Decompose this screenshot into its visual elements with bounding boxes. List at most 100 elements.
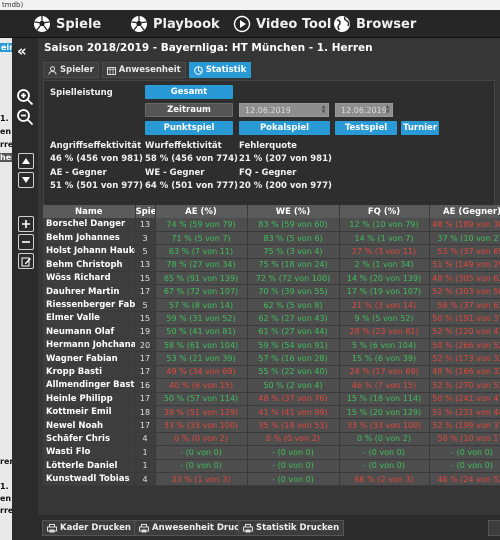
nav-video-tool[interactable]: Video Tool bbox=[233, 13, 331, 35]
fq-cell: - (0 von 0) bbox=[339, 445, 430, 460]
tab-anwesenheit[interactable]: Anwesenheit bbox=[101, 62, 186, 78]
metric-value: 20 % (200 von 977) bbox=[239, 181, 332, 191]
column-header[interactable]: AE (Gegner) bbox=[429, 205, 500, 218]
zeitraum-button[interactable]: Zeitraum bbox=[145, 103, 233, 117]
table-row[interactable]: Wagner Fabian 17 53 % (21 von 39) 57 % (16 … bbox=[43, 351, 500, 366]
table-row[interactable]: Heinle Philipp 17 50 % (57 von 114) 48 % (3… bbox=[43, 392, 500, 406]
we-cell: 83 % (5 von 6) bbox=[247, 231, 340, 246]
filter-punktspiel-button[interactable]: Punktspiel bbox=[145, 121, 233, 135]
column-header[interactable]: WE (%) bbox=[247, 205, 340, 218]
we-cell: - (0 von 0) bbox=[247, 459, 340, 473]
subtab-bar: Spieler Anwesenheit Statistik bbox=[43, 62, 252, 78]
ae-cell: 0 % (0 von 2) bbox=[155, 432, 248, 447]
table-row[interactable]: Allmendinger Basti 16 40 % (6 von 15) 50 % … bbox=[43, 378, 500, 393]
table-row[interactable]: Kottmeir Emil 18 39 % (51 von 129) 41 % (41… bbox=[43, 405, 500, 420]
ae-cell: 65 % (91 von 139) bbox=[155, 271, 248, 286]
filter-testspiel-button[interactable]: Testspiel bbox=[335, 121, 397, 135]
footer-bar: Kader Drucken Anwesenheit Drucken Statis… bbox=[38, 515, 500, 540]
edit-button[interactable] bbox=[18, 253, 34, 269]
table-row[interactable]: Holst Johann Hauke 5 63 % (7 von 11) 75 % (… bbox=[43, 244, 500, 259]
table-row[interactable]: Kropp Basti 17 49 % (34 von 69) 55 % (22 vo… bbox=[43, 365, 500, 380]
table-row[interactable]: Behm Johannes 3 71 % (5 von 7) 83 % (5 von … bbox=[43, 231, 500, 246]
date-from-field[interactable]: 12.06.2019 ▲ ▼ bbox=[239, 103, 329, 117]
move-up-button[interactable] bbox=[18, 153, 34, 169]
table-row[interactable]: Dauhrer Martin 17 67 % (72 von 107) 70 % (3… bbox=[43, 284, 500, 299]
table-row[interactable]: Schäfer Chris 4 0 % (0 von 2) 0 % (0 von 2)… bbox=[43, 432, 500, 447]
player-name-cell: Elmer Valle bbox=[43, 311, 136, 326]
tab-spieler[interactable]: Spieler bbox=[43, 62, 99, 78]
column-header[interactable]: Spiele bbox=[135, 205, 156, 218]
triangle-up-icon bbox=[22, 158, 30, 164]
ae-cell: 40 % (6 von 15) bbox=[155, 378, 248, 393]
filter-turnier-button[interactable]: Turnier bbox=[401, 121, 439, 135]
print-statistik-label: Statistik Drucken bbox=[256, 523, 340, 533]
zoom-in-icon[interactable] bbox=[16, 88, 34, 109]
table-row[interactable]: Wöss Richard 15 65 % (91 von 139) 72 % (72 … bbox=[43, 271, 500, 286]
spinner-icon[interactable]: ▲ ▼ bbox=[320, 105, 327, 115]
table-row[interactable]: Wasti Flo 1- (0 von 0) - (0 von 0) - (0 von… bbox=[43, 445, 500, 460]
gesamt-button[interactable]: Gesamt bbox=[145, 85, 233, 99]
table-row[interactable]: Kunstwadl Tobias 4 33 % (1 von 3) - (0 von … bbox=[43, 472, 500, 486]
ae-gegner-cell: 52 % (303 von 582) bbox=[429, 284, 500, 299]
left-edge-text: rre bbox=[0, 506, 12, 515]
we-cell: 41 % (41 von 99) bbox=[247, 405, 340, 420]
ae-gegner-cell: 48 % (189 von 387) bbox=[429, 218, 500, 232]
zoom-out-icon[interactable] bbox=[16, 108, 34, 129]
ae-gegner-cell: 48 % (305 von 623) bbox=[429, 271, 500, 286]
table-row[interactable]: Borschel Danger 13 74 % (59 von 79) 83 % (5… bbox=[43, 218, 500, 232]
table-row[interactable]: Newel Noah 17 33 % (33 von 100) 35 % (19 vo… bbox=[43, 418, 500, 433]
ae-gegner-cell: 58 % (37 von 63) bbox=[429, 298, 500, 313]
player-name-cell: Borschel Danger bbox=[43, 218, 136, 232]
ae-gegner-cell: 52 % (270 von 519) bbox=[429, 378, 500, 393]
games-cell: 4 bbox=[135, 432, 156, 447]
user-icon bbox=[48, 65, 57, 75]
ae-cell: 74 % (59 von 79) bbox=[155, 218, 248, 232]
we-cell: 72 % (72 von 100) bbox=[247, 271, 340, 286]
games-cell: 15 bbox=[135, 271, 156, 286]
fq-cell: 24 % (17 von 69) bbox=[339, 365, 430, 380]
date-to-field[interactable]: 12.06.2019 ▲ ▼ bbox=[335, 103, 393, 117]
table-body: Borschel Danger 13 74 % (59 von 79) 83 % (5… bbox=[43, 218, 500, 486]
games-cell: 20 bbox=[135, 338, 156, 353]
table-row[interactable]: Hermann Johchanan 20 58 % (61 von 104) 59 %… bbox=[43, 338, 500, 353]
ae-gegner-cell: 53 % (37 von 69) bbox=[429, 244, 500, 259]
remove-button[interactable] bbox=[18, 234, 34, 250]
left-edge-text[interactable]: ein bbox=[0, 43, 12, 52]
spinner-icon[interactable]: ▲ ▼ bbox=[384, 105, 391, 115]
calendar-icon bbox=[106, 66, 116, 75]
games-cell: 17 bbox=[135, 365, 156, 380]
filter-pokalspiel-button[interactable]: Pokalspiel bbox=[239, 121, 330, 135]
player-name-cell: Kropp Basti bbox=[43, 365, 136, 380]
fq-cell: 15 % (20 von 129) bbox=[339, 405, 430, 420]
tab-anwesenheit-label: Anwesenheit bbox=[118, 65, 181, 75]
fq-cell: 27 % (3 von 11) bbox=[339, 244, 430, 259]
print-statistik-button[interactable]: Statistik Drucken bbox=[238, 520, 345, 536]
tab-statistik[interactable]: Statistik bbox=[188, 62, 252, 78]
table-row[interactable]: Neumann Olaf 19 50 % (41 von 81) 61 % (27 v… bbox=[43, 325, 500, 340]
nav-browser[interactable]: Browser bbox=[333, 13, 416, 35]
left-edge-text: en bbox=[0, 127, 12, 136]
table-row[interactable]: Behm Christoph 13 78 % (27 von 34) 75 % (18… bbox=[43, 258, 500, 273]
table-row[interactable]: Elmer Valle 15 59 % (31 von 52) 62 % (27 vo… bbox=[43, 311, 500, 326]
games-cell: 1 bbox=[135, 459, 156, 473]
ae-cell: 33 % (1 von 3) bbox=[155, 472, 248, 486]
we-cell: 83 % (59 von 60) bbox=[247, 218, 340, 232]
nav-spiele[interactable]: Spiele bbox=[33, 13, 101, 35]
column-header[interactable]: FQ (%) bbox=[339, 205, 430, 218]
player-name-cell: Allmendinger Basti bbox=[43, 378, 136, 393]
more-button[interactable] bbox=[488, 520, 500, 536]
table-row[interactable]: Lötterle Daniel 1- (0 von 0) - (0 von 0) - … bbox=[43, 459, 500, 473]
games-cell: 1 bbox=[135, 445, 156, 460]
we-cell: 70 % (39 von 55) bbox=[247, 284, 340, 299]
printer-icon bbox=[47, 523, 57, 532]
column-header[interactable]: Name bbox=[43, 205, 136, 218]
games-cell: 15 bbox=[135, 311, 156, 326]
table-row[interactable]: Riessenberger Fabian557 % (8 von 14)62 %… bbox=[43, 298, 500, 313]
print-kader-button[interactable]: Kader Drucken bbox=[42, 520, 136, 536]
add-button[interactable] bbox=[18, 216, 34, 232]
move-down-button[interactable] bbox=[18, 172, 34, 188]
player-name-cell: Newel Noah bbox=[43, 418, 136, 433]
column-header[interactable]: AE (%) bbox=[155, 205, 248, 218]
nav-playbook[interactable]: Playbook bbox=[130, 13, 220, 35]
collapse-icon[interactable]: « bbox=[17, 42, 27, 60]
